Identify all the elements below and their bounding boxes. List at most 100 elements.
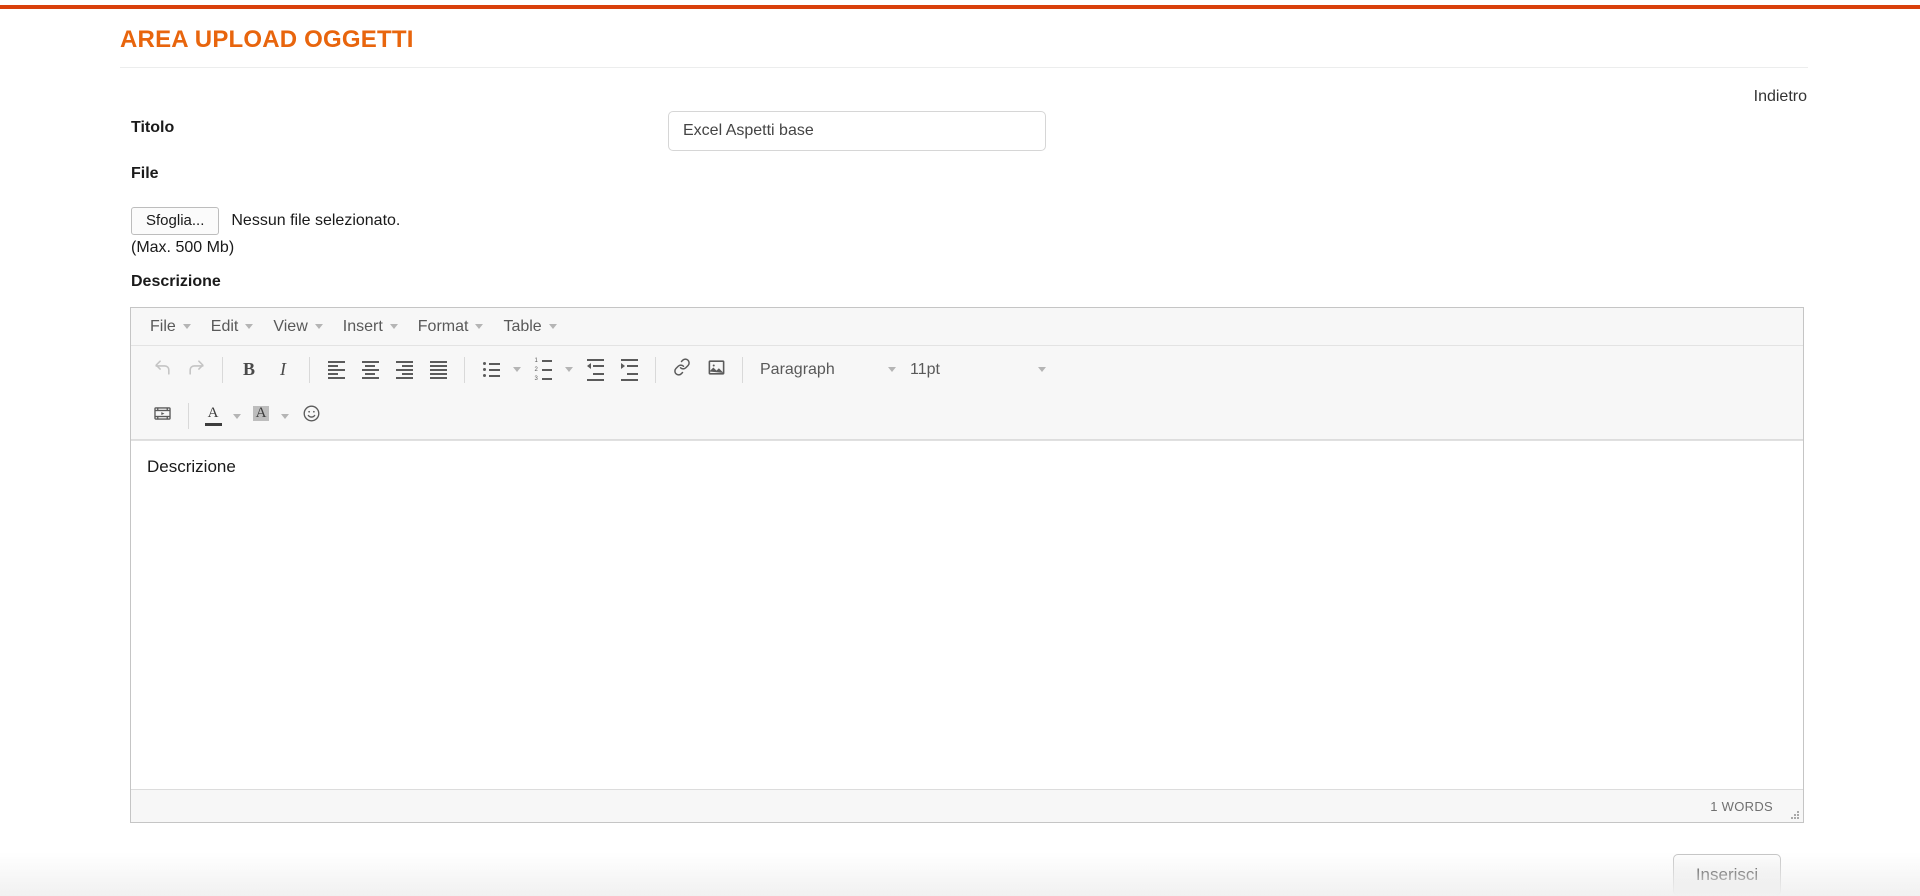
font-size-value: 11pt <box>910 361 940 379</box>
menu-view-label: View <box>273 318 307 336</box>
chevron-down-icon <box>565 367 573 372</box>
chevron-down-icon <box>183 324 191 329</box>
editor-resize-handle[interactable] <box>1787 807 1799 819</box>
text-color-icon: A <box>208 406 219 421</box>
background-color-swatch <box>253 423 270 426</box>
page-title: AREA UPLOAD OGGETTI <box>120 26 414 54</box>
chevron-down-icon <box>513 367 521 372</box>
block-format-value: Paragraph <box>760 361 835 379</box>
menu-view[interactable]: View <box>263 314 332 340</box>
numbered-list-icon: 1 2 3 <box>535 358 552 382</box>
media-group <box>140 401 184 431</box>
italic-icon: I <box>280 359 286 380</box>
text-color-dropdown[interactable] <box>228 401 246 431</box>
menu-edit[interactable]: Edit <box>201 314 264 340</box>
chevron-down-icon <box>245 324 253 329</box>
align-justify-icon <box>430 361 447 379</box>
titolo-input[interactable] <box>668 111 1046 151</box>
file-selection-status: Nessun file selezionato. <box>231 212 400 230</box>
align-left-button[interactable] <box>319 355 353 385</box>
block-format-select[interactable]: Paragraph <box>752 355 902 385</box>
chevron-down-icon <box>281 414 289 419</box>
file-size-hint: (Max. 500 Mb) <box>131 239 234 257</box>
title-divider <box>120 67 1808 68</box>
submit-button[interactable]: Inserisci <box>1673 854 1781 896</box>
chevron-down-icon <box>390 324 398 329</box>
toolbar-separator <box>222 357 223 383</box>
background-color-dropdown[interactable] <box>276 401 294 431</box>
menu-insert[interactable]: Insert <box>333 314 408 340</box>
font-size-select[interactable]: 11pt <box>902 355 1052 385</box>
menu-file-label: File <box>150 318 176 336</box>
align-center-icon <box>362 361 379 379</box>
editor-statusbar: 1 WORDS <box>131 789 1803 822</box>
footer-gradient <box>0 852 1920 896</box>
bold-button[interactable]: B <box>232 355 266 385</box>
emoji-button[interactable] <box>294 401 328 431</box>
chevron-down-icon <box>233 414 241 419</box>
emoji-icon <box>302 404 321 428</box>
history-group <box>140 355 218 385</box>
editor-toolbar-row-1: B I <box>131 346 1803 393</box>
chevron-down-icon <box>549 324 557 329</box>
toolbar-separator <box>655 357 656 383</box>
bullet-list-icon <box>483 362 500 377</box>
text-color-swatch <box>205 423 222 426</box>
bullet-list-button[interactable] <box>474 355 508 385</box>
align-left-icon <box>328 361 345 379</box>
text-color-button[interactable]: A <box>198 401 228 431</box>
menu-file[interactable]: File <box>140 314 201 340</box>
link-icon <box>673 358 691 381</box>
top-accent-rule <box>0 5 1920 9</box>
outdent-button[interactable] <box>578 355 612 385</box>
media-icon <box>153 404 172 428</box>
alignment-group <box>314 355 460 385</box>
numbered-list-dropdown[interactable] <box>560 355 578 385</box>
toolbar-separator <box>309 357 310 383</box>
undo-button[interactable] <box>145 355 179 385</box>
link-button[interactable] <box>665 355 699 385</box>
chevron-down-icon <box>315 324 323 329</box>
text-style-group: B I <box>227 355 305 385</box>
menu-edit-label: Edit <box>211 318 239 336</box>
titolo-label: Titolo <box>131 119 174 137</box>
toolbar-separator <box>742 357 743 383</box>
chevron-down-icon <box>888 367 896 372</box>
editor-content-area[interactable]: Descrizione <box>131 440 1803 789</box>
align-right-button[interactable] <box>387 355 421 385</box>
editor-menubar: File Edit View Insert Format Table <box>131 308 1803 346</box>
media-button[interactable] <box>145 401 179 431</box>
undo-icon <box>153 358 172 382</box>
bullet-list-dropdown[interactable] <box>508 355 526 385</box>
align-right-icon <box>396 361 413 379</box>
chevron-down-icon <box>475 324 483 329</box>
numbered-list-button[interactable]: 1 2 3 <box>526 355 560 385</box>
indent-button[interactable] <box>612 355 646 385</box>
page-root: AREA UPLOAD OGGETTI Indietro Titolo File… <box>0 0 1920 896</box>
word-count: 1 WORDS <box>1710 799 1773 814</box>
indent-icon <box>621 359 638 381</box>
file-label: File <box>131 165 159 183</box>
outdent-icon <box>587 359 604 381</box>
chevron-down-icon <box>1038 367 1046 372</box>
descrizione-label: Descrizione <box>131 273 221 291</box>
menu-format[interactable]: Format <box>408 314 494 340</box>
list-group: 1 2 3 <box>469 355 651 385</box>
background-color-icon: A <box>253 406 270 421</box>
redo-button[interactable] <box>179 355 213 385</box>
image-icon <box>707 358 726 382</box>
menu-table-label: Table <box>503 318 541 336</box>
insert-group <box>660 355 738 385</box>
background-color-button[interactable]: A <box>246 401 276 431</box>
file-upload-row: Sfoglia... Nessun file selezionato. <box>131 207 400 235</box>
align-center-button[interactable] <box>353 355 387 385</box>
italic-button[interactable]: I <box>266 355 300 385</box>
menu-table[interactable]: Table <box>493 314 566 340</box>
back-link[interactable]: Indietro <box>1754 88 1807 106</box>
image-button[interactable] <box>699 355 733 385</box>
browse-file-button[interactable]: Sfoglia... <box>131 207 219 235</box>
color-group: A A <box>193 401 333 431</box>
menu-insert-label: Insert <box>343 318 383 336</box>
align-justify-button[interactable] <box>421 355 455 385</box>
toolbar-separator <box>464 357 465 383</box>
